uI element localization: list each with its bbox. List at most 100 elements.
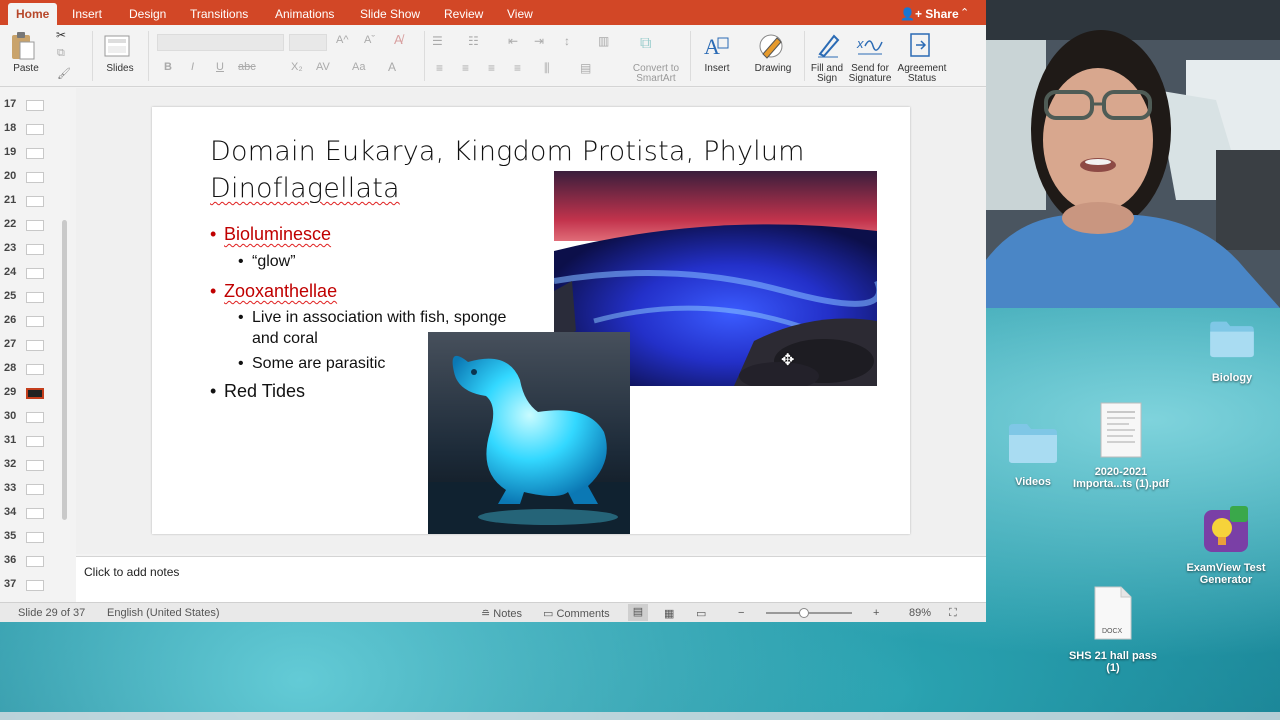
bullets-icon[interactable]: ☰ <box>432 34 443 48</box>
tab-review[interactable]: Review <box>436 3 491 25</box>
zoom-slider[interactable] <box>766 612 852 614</box>
subscript-button[interactable]: X₂ <box>291 61 303 73</box>
desktop-icon-label: ExamView Test <box>1186 562 1266 574</box>
insert-shapes-icon[interactable]: A <box>702 32 730 60</box>
tab-home[interactable]: Home <box>8 3 58 25</box>
insert-button[interactable]: Insert <box>698 63 736 74</box>
format-painter-icon[interactable]: 🖌 <box>57 67 71 80</box>
zoom-out-button[interactable]: − <box>738 607 744 619</box>
new-slide-icon[interactable] <box>104 35 130 57</box>
tab-transitions[interactable]: Transitions <box>182 3 256 25</box>
numbering-icon[interactable]: ☷ <box>468 34 479 48</box>
align-left-icon[interactable]: ≡ <box>436 61 443 75</box>
zoom-in-button[interactable]: + <box>873 607 879 619</box>
desktop-icon-videos[interactable]: Videos <box>1000 420 1066 488</box>
justify-icon[interactable]: ≡ <box>514 61 521 75</box>
zoom-level[interactable]: 89% <box>909 607 931 619</box>
increase-indent-icon[interactable]: ⇥ <box>534 34 544 48</box>
notes-icon: ≘ <box>481 608 491 620</box>
slide-thumbnail-23[interactable]: 23 <box>0 238 62 262</box>
slide-thumbnail-22[interactable]: 22 <box>0 214 62 238</box>
thumbnail-scrollbar[interactable] <box>62 220 67 520</box>
slide-thumbnail-24[interactable]: 24 <box>0 262 62 286</box>
underline-button[interactable]: U <box>216 61 224 73</box>
slide-thumbnail-32[interactable]: 32 <box>0 454 62 478</box>
slide-thumbnail-33[interactable]: 33 <box>0 478 62 502</box>
notes-pane[interactable]: Click to add notes <box>76 556 986 602</box>
tab-insert[interactable]: Insert <box>64 3 110 25</box>
drawing-button[interactable]: Drawing <box>750 63 796 74</box>
language-indicator[interactable]: English (United States) <box>107 607 220 619</box>
slide-thumbnail-26[interactable]: 26 <box>0 310 62 334</box>
italic-button[interactable]: I <box>191 61 194 73</box>
slide-canvas[interactable]: Domain Eukarya, Kingdom Protista, Phylum… <box>152 107 910 534</box>
char-spacing-icon[interactable]: AV <box>316 61 330 73</box>
slide-thumbnail-17[interactable]: 17 <box>0 94 62 118</box>
glowing-dinosaur-image[interactable] <box>428 332 630 534</box>
line-spacing-icon[interactable]: ↕ <box>564 34 570 48</box>
slide-thumbnail-21[interactable]: 21 <box>0 190 62 214</box>
normal-view-icon[interactable]: ▤ <box>628 604 648 621</box>
bullet-red-tides: • Red Tides <box>210 381 306 401</box>
share-button[interactable]: 👤+ Share <box>900 3 959 25</box>
slides-button[interactable]: Slides <box>102 63 138 74</box>
notes-toggle[interactable]: ≘ Notes <box>481 607 522 620</box>
slide-thumbnail-36[interactable]: 36 <box>0 550 62 574</box>
pen-icon[interactable] <box>816 32 840 58</box>
agreement-status-label-2: Status <box>907 73 937 84</box>
thumbnail-preview <box>26 172 44 183</box>
font-family-select[interactable] <box>157 34 284 51</box>
tab-slide-show[interactable]: Slide Show <box>352 3 428 25</box>
decrease-indent-icon[interactable]: ⇤ <box>508 34 518 48</box>
agreement-icon[interactable] <box>908 32 934 58</box>
fit-to-window-icon[interactable]: ⛶ <box>949 607 957 620</box>
text-direction-icon[interactable]: ⫼ <box>544 61 550 76</box>
comments-toggle[interactable]: ▭ Comments <box>543 607 610 620</box>
desktop-icon-label: Importa...ts (1).pdf <box>1073 478 1169 490</box>
align-right-icon[interactable]: ≡ <box>488 61 495 75</box>
desktop-icon-examview[interactable]: ExamView Test Generator <box>1180 506 1272 586</box>
slide-thumbnail-25[interactable]: 25 <box>0 286 62 310</box>
font-size-select[interactable] <box>289 34 327 51</box>
slide-thumbnail-34[interactable]: 34 <box>0 502 62 526</box>
slide-thumbnail-19[interactable]: 19 <box>0 142 62 166</box>
bold-button[interactable]: B <box>164 61 172 73</box>
slide-thumbnail-37[interactable]: 37 <box>0 574 62 598</box>
font-color-icon[interactable]: A <box>388 60 396 74</box>
slide-sorter-icon[interactable]: ▦ <box>664 607 674 620</box>
strikethrough-button[interactable]: abc <box>238 61 256 73</box>
desktop-icon-docx[interactable]: DOCX SHS 21 hall pass (1) <box>1064 586 1162 674</box>
slide-thumbnail-30[interactable]: 30 <box>0 406 62 430</box>
paste-button[interactable]: Paste <box>8 63 44 74</box>
slide-thumbnail-20[interactable]: 20 <box>0 166 62 190</box>
tab-design[interactable]: Design <box>121 3 174 25</box>
change-case-icon[interactable]: Aa <box>352 61 365 73</box>
signature-icon[interactable]: x <box>856 32 884 58</box>
slide-thumbnail-28[interactable]: 28 <box>0 358 62 382</box>
clear-format-icon[interactable]: A̸ <box>394 32 403 47</box>
slide-thumbnail-29[interactable]: 29 <box>0 382 62 406</box>
decrease-font-icon[interactable]: Aˇ <box>364 34 375 46</box>
cut-icon[interactable]: ✂ <box>56 28 66 42</box>
slide-thumbnail-18[interactable]: 18 <box>0 118 62 142</box>
drawing-icon[interactable] <box>757 32 785 60</box>
slide-thumbnail-27[interactable]: 27 <box>0 334 62 358</box>
thumbnail-preview <box>26 508 44 519</box>
columns-icon[interactable]: ▥ <box>598 34 609 48</box>
thumbnail-preview <box>26 580 44 591</box>
tab-animations[interactable]: Animations <box>267 3 342 25</box>
zoom-slider-thumb[interactable] <box>799 608 809 618</box>
desktop-icon-pdf[interactable]: 2020-2021 Importa...ts (1).pdf <box>1066 402 1176 490</box>
copy-icon[interactable]: ⧉ <box>57 47 65 60</box>
tab-view[interactable]: View <box>499 3 541 25</box>
slide-thumbnail-31[interactable]: 31 <box>0 430 62 454</box>
increase-font-icon[interactable]: A^ <box>336 34 349 46</box>
slide-thumbnail-35[interactable]: 35 <box>0 526 62 550</box>
align-center-icon[interactable]: ≡ <box>462 61 469 75</box>
align-text-icon[interactable]: ▤ <box>580 61 591 75</box>
desktop-icon-biology[interactable]: Biology <box>1196 318 1268 384</box>
reading-view-icon[interactable]: ▭ <box>696 607 706 620</box>
smartart-icon[interactable]: ⧉ <box>640 35 651 53</box>
chevron-up-icon[interactable]: ⌃ <box>960 6 969 19</box>
clipboard-icon[interactable] <box>10 31 36 61</box>
